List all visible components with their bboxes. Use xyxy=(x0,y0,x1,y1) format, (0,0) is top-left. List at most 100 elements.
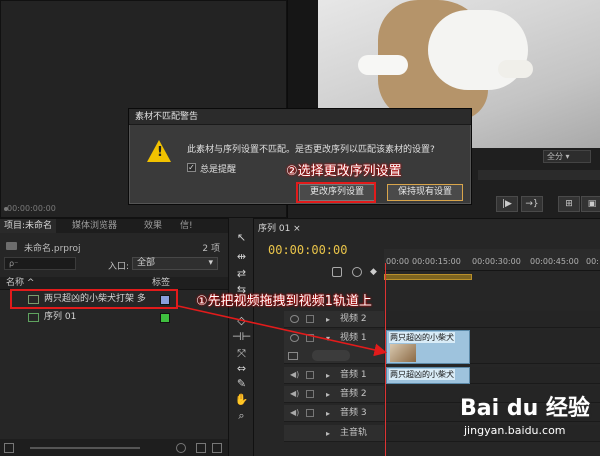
clip-thumbnail xyxy=(390,344,416,362)
eye-icon[interactable] xyxy=(290,334,299,342)
tab-media-browser[interactable]: 媒体浏览器 xyxy=(68,219,121,233)
clip-label: 两只超凶的小柴犬 xyxy=(389,369,455,380)
pen-tool-icon[interactable]: ✎ xyxy=(232,376,251,391)
expand-icon[interactable]: ▾ xyxy=(326,330,330,347)
lock-icon[interactable] xyxy=(306,409,314,417)
go-to-out-button[interactable]: →} xyxy=(521,196,543,212)
dog-image-part xyxy=(428,10,528,90)
dialog-title: 素材不匹配警告 xyxy=(129,109,471,125)
ripple-edit-tool-icon[interactable]: ⇄ xyxy=(232,266,251,281)
ruler-tick: 00:00 xyxy=(386,257,410,266)
track-header-audio-3[interactable]: ◀) ▸ 音频 3 xyxy=(284,405,384,422)
expand-icon[interactable]: ▸ xyxy=(326,311,330,328)
track-name: 音频 3 xyxy=(340,408,367,418)
time-ruler[interactable]: 00:00 00:00:15:00 00:00:30:00 00:00:45:0… xyxy=(384,249,600,271)
selection-tool-icon[interactable]: ↖ xyxy=(232,230,251,245)
lock-icon[interactable] xyxy=(306,315,314,323)
program-scrub-bar[interactable] xyxy=(478,170,600,180)
slide-tool-icon[interactable]: ⤧ xyxy=(232,346,251,361)
delete-icon[interactable] xyxy=(212,443,222,453)
work-area-bar[interactable] xyxy=(384,274,472,280)
lock-icon[interactable] xyxy=(306,334,314,342)
in-dropdown[interactable]: 全部 ▾ xyxy=(132,257,218,270)
zoom-value: 全分 xyxy=(547,152,563,161)
annotation-box-clip xyxy=(10,289,178,309)
track-name: 音频 1 xyxy=(340,370,367,380)
folder-icon xyxy=(6,242,17,250)
speaker-icon[interactable]: ◀) xyxy=(290,390,299,398)
always-warn-checkbox[interactable]: ✓ xyxy=(187,163,196,172)
lane-video-1[interactable]: 两只超凶的小柴犬 xyxy=(384,330,600,364)
expand-icon[interactable]: ▸ xyxy=(326,367,330,384)
rate-stretch-tool-icon[interactable]: ⇔ xyxy=(232,361,251,376)
track-header-video-2[interactable]: ▸ 视频 2 xyxy=(284,311,384,328)
lane-audio-1[interactable]: 两只超凶的小柴犬 xyxy=(384,367,600,384)
track-header-video-1[interactable]: ▾ 视频 1 xyxy=(284,330,384,364)
watermark-url: jingyan.baidu.com xyxy=(464,424,566,437)
track-header-master[interactable]: ▸ 主音轨 xyxy=(284,425,384,442)
dog-image-part xyxy=(498,60,533,78)
tab-sequence[interactable]: 序列 01 × xyxy=(258,221,301,234)
expand-icon[interactable]: ▸ xyxy=(326,425,330,442)
keyframe-control[interactable] xyxy=(312,350,350,361)
expand-icon[interactable]: ▸ xyxy=(326,405,330,422)
annotation-box-change-button xyxy=(296,182,376,203)
list-item[interactable]: 序列 01 xyxy=(0,309,228,326)
slip-tool-icon[interactable]: ⊣⊢ xyxy=(232,329,251,344)
audio-clip[interactable]: 两只超凶的小柴犬 xyxy=(386,367,470,384)
marker-icon[interactable] xyxy=(352,267,362,277)
tab-info[interactable]: 信! xyxy=(176,219,197,233)
source-timecode: 00:00:00:00 xyxy=(7,204,56,213)
item-count: 2 项 xyxy=(202,244,220,254)
project-file-name: 未命名.prproj xyxy=(24,244,81,254)
tools-panel: ↖ ⇹ ⇄ ⇆ ◇ ⊣⊢ ⤧ ⇔ ✎ ✋ ⌕ xyxy=(228,218,254,456)
ruler-tick: 00: xyxy=(586,257,599,266)
list-view-icon[interactable] xyxy=(4,443,14,453)
watermark-logo: Bai du 经验 xyxy=(460,396,590,421)
in-value: 全部 xyxy=(137,258,156,268)
display-style-icon[interactable] xyxy=(288,352,298,360)
speaker-icon[interactable]: ◀) xyxy=(290,371,299,379)
lock-icon[interactable] xyxy=(306,371,314,379)
track-name: 主音轨 xyxy=(340,428,368,438)
project-tabs: 项目:未命名 媒体浏览器 效果 信! xyxy=(0,219,228,233)
project-search-input[interactable]: ρ⁻ xyxy=(4,257,76,270)
track-header-audio-2[interactable]: ◀) ▸ 音频 2 xyxy=(284,386,384,403)
razor-tool-icon[interactable]: ◇ xyxy=(232,313,251,328)
zoom-slider[interactable] xyxy=(30,447,140,449)
play-to-out-button[interactable]: |▶ xyxy=(496,196,518,212)
playhead[interactable] xyxy=(385,263,386,456)
eye-icon[interactable] xyxy=(290,315,299,323)
column-name-label: 名称 xyxy=(6,278,25,288)
baidu-watermark: Bai du 经验 jingyan.baidu.com xyxy=(460,390,600,456)
ruler-tick: 00:00:30:00 xyxy=(472,257,521,266)
tab-effects[interactable]: 效果 xyxy=(140,219,166,233)
track-header-audio-1[interactable]: ◀) ▸ 音频 1 xyxy=(284,367,384,384)
tab-project[interactable]: 项目:未命名 xyxy=(0,219,57,233)
expand-icon[interactable]: ▸ xyxy=(326,386,330,403)
clip-label: 两只超凶的小柴犬 xyxy=(389,332,455,343)
sequence-icon xyxy=(28,313,39,322)
lock-icon[interactable] xyxy=(306,390,314,398)
keep-existing-settings-button[interactable]: 保持现有设置 xyxy=(387,184,463,201)
zoom-dropdown[interactable]: 全分 ▾ xyxy=(543,150,591,163)
speaker-icon[interactable]: ◀) xyxy=(290,409,299,417)
export-frame-button[interactable]: ⊞ xyxy=(558,196,580,212)
annotation-step-1: ①先把视频拖拽到视频1轨道上 xyxy=(196,294,372,309)
lane-video-2[interactable] xyxy=(384,311,600,328)
settings-button[interactable]: ▣ xyxy=(581,196,600,212)
snap-icon[interactable] xyxy=(332,267,342,277)
timeline-timecode[interactable]: 00:00:00:00 xyxy=(268,243,347,257)
track-name: 视频 2 xyxy=(340,314,367,324)
new-bin-icon[interactable] xyxy=(196,443,206,453)
find-icon[interactable] xyxy=(176,443,186,453)
item-name: 序列 01 xyxy=(44,312,77,322)
zoom-tool-icon[interactable]: ⌕ xyxy=(232,408,251,423)
project-panel: 项目:未命名 媒体浏览器 效果 信! 未命名.prproj 2 项 ρ⁻ 入口:… xyxy=(0,218,228,456)
ruler-tick: 00:00:45:00 xyxy=(530,257,579,266)
hand-tool-icon[interactable]: ✋ xyxy=(232,392,251,407)
video-clip[interactable]: 两只超凶的小柴犬 xyxy=(386,330,470,364)
marker-flag-icon[interactable]: ◆ xyxy=(370,267,378,277)
chevron-down-icon: ▾ xyxy=(208,258,213,268)
track-select-tool-icon[interactable]: ⇹ xyxy=(232,249,251,264)
